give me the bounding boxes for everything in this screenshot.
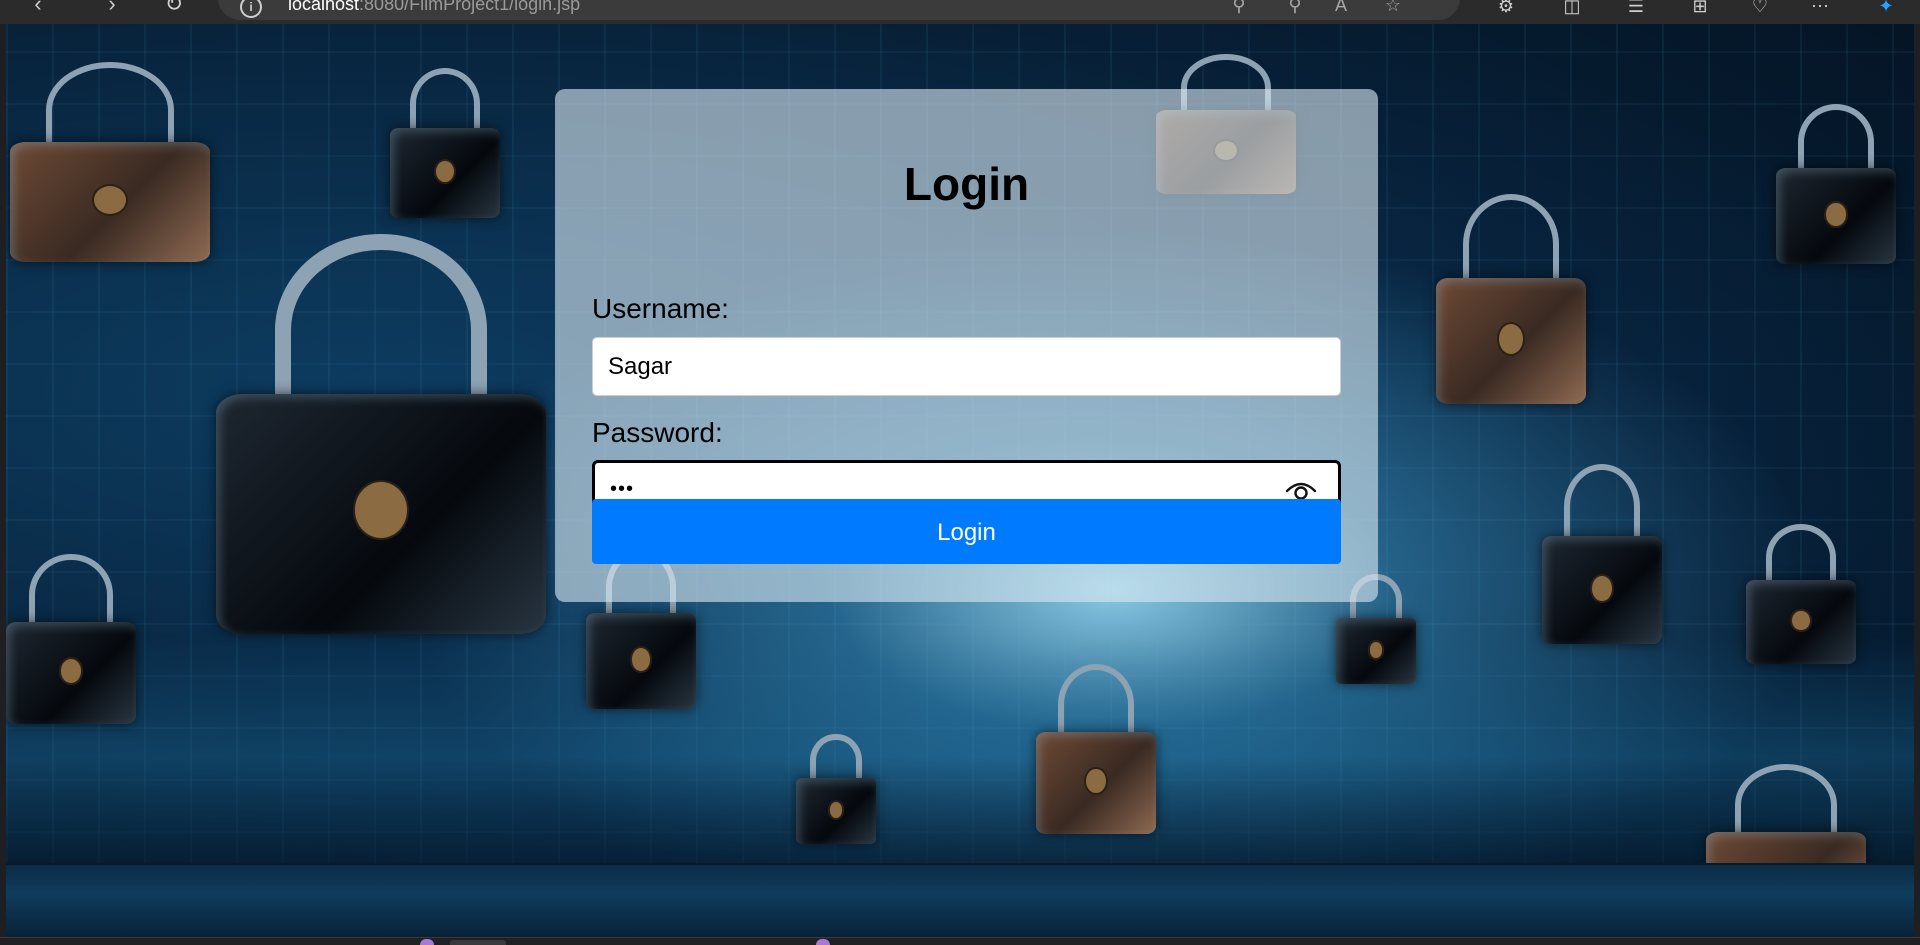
page-viewport: Login Username: Sagar Password: ••• Logi… bbox=[6, 24, 1914, 937]
padlock-image bbox=[1776, 104, 1896, 264]
more-options-icon[interactable]: ⋯ bbox=[1806, 0, 1834, 20]
browser-toolbar: ‹ › ↻ i localhost:8080/FilmProject1/logi… bbox=[0, 0, 1920, 24]
padlock-image bbox=[390, 68, 500, 218]
extensions-icon[interactable]: ⚙ bbox=[1492, 0, 1520, 20]
login-form: Login Username: Sagar Password: ••• Logi… bbox=[555, 89, 1378, 602]
background-bottom-strip bbox=[6, 863, 1914, 937]
read-aloud-icon[interactable]: A bbox=[1330, 0, 1352, 16]
favorites-icon[interactable]: ☰ bbox=[1622, 0, 1650, 20]
zoom-icon[interactable]: ⚲ bbox=[1284, 0, 1306, 16]
forward-arrow-icon[interactable]: › bbox=[98, 0, 126, 18]
url-host: localhost bbox=[288, 0, 360, 14]
taskbar-app-icon[interactable] bbox=[816, 939, 830, 945]
split-screen-icon[interactable]: ◫ bbox=[1558, 0, 1586, 20]
login-button[interactable]: Login bbox=[592, 499, 1341, 564]
padlock-image bbox=[1036, 664, 1156, 834]
taskbar-active-app[interactable] bbox=[450, 940, 506, 945]
browser-essentials-icon[interactable]: ♡ bbox=[1746, 0, 1774, 20]
padlock-image bbox=[1746, 524, 1856, 664]
password-label: Password: bbox=[592, 417, 723, 448]
taskbar-app-icon[interactable] bbox=[420, 939, 434, 945]
collections-icon[interactable]: ⊞ bbox=[1686, 0, 1714, 20]
padlock-image bbox=[1436, 194, 1586, 404]
username-label: Username: bbox=[592, 293, 729, 324]
key-icon[interactable]: ⚲ bbox=[1228, 0, 1250, 16]
username-input[interactable]: Sagar bbox=[592, 337, 1341, 396]
padlock-image bbox=[1542, 464, 1662, 644]
refresh-icon[interactable]: ↻ bbox=[160, 0, 188, 18]
url-text[interactable]: localhost:8080/FilmProject1/login.jsp bbox=[288, 0, 580, 15]
copilot-icon[interactable]: ✦ bbox=[1872, 0, 1900, 20]
favorite-star-icon[interactable]: ☆ bbox=[1382, 0, 1404, 16]
background-floor bbox=[6, 637, 1914, 877]
username-value: Sagar bbox=[608, 353, 673, 380]
back-arrow-icon[interactable]: ‹ bbox=[24, 0, 52, 18]
url-path: :8080/FilmProject1/login.jsp bbox=[359, 0, 581, 14]
info-icon[interactable]: i bbox=[240, 0, 262, 18]
login-title: Login bbox=[903, 158, 1030, 210]
padlock-image bbox=[216, 234, 546, 634]
address-bar[interactable]: i localhost:8080/FilmProject1/login.jsp … bbox=[218, 0, 1460, 20]
padlock-image bbox=[796, 734, 876, 844]
padlock-image bbox=[6, 554, 136, 724]
padlock-image bbox=[10, 62, 210, 262]
